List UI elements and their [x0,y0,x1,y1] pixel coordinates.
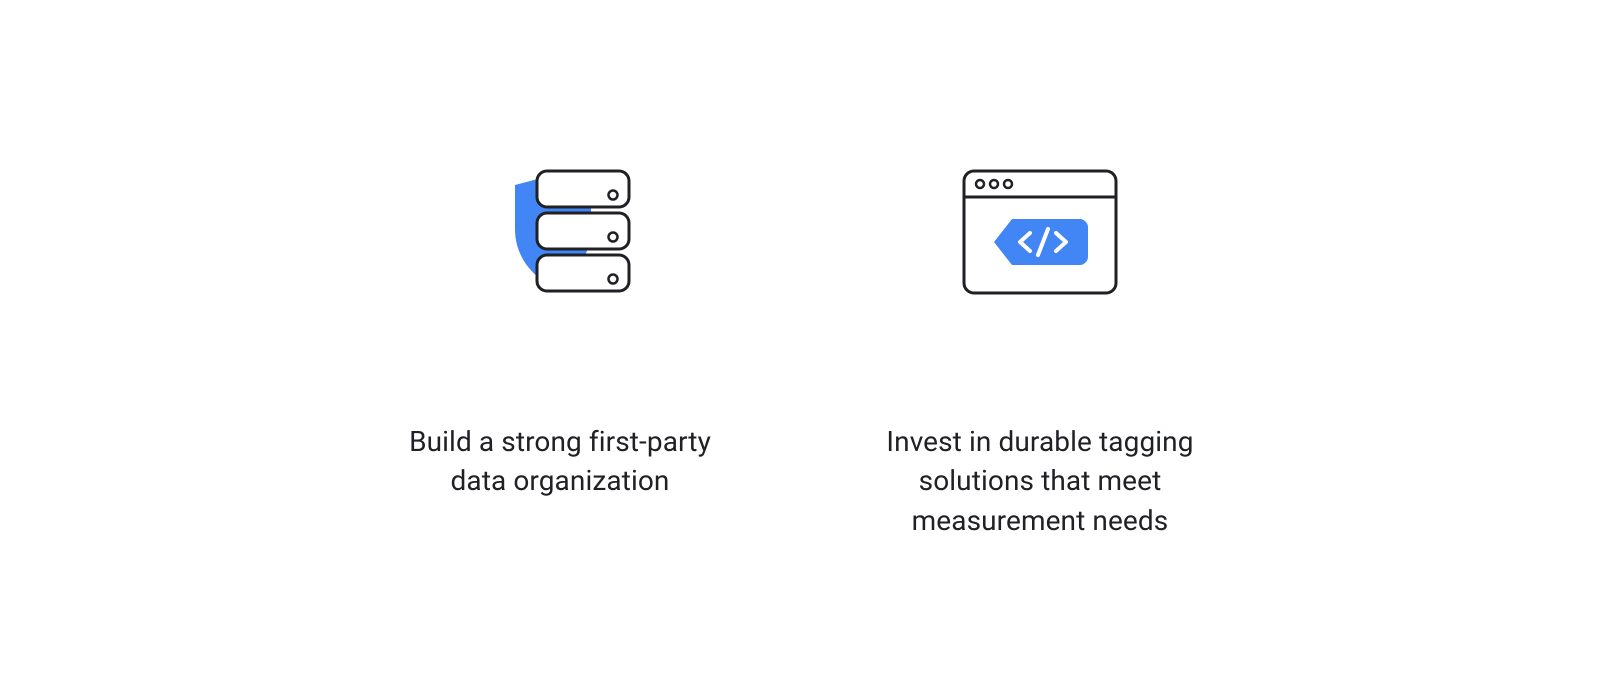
feature-caption: Build a strong first-party data organiza… [380,422,740,500]
feature-caption: Invest in durable tagging solutions that… [860,422,1220,540]
feature-card-tagging-solutions: Invest in durable tagging solutions that… [860,142,1220,540]
feature-card-data-organization: Build a strong first-party data organiza… [380,142,740,500]
feature-cards-row: Build a strong first-party data organiza… [380,142,1220,540]
shield-servers-icon [475,142,645,322]
browser-tag-icon [950,142,1130,322]
